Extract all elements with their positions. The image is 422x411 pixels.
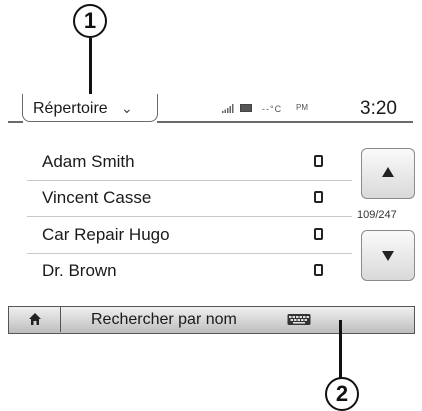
chevron-down-icon[interactable]: ⌄ (121, 100, 133, 117)
row-divider (27, 216, 352, 217)
temperature-readout: --°C (262, 104, 283, 114)
list-item[interactable]: Adam Smith (27, 145, 352, 179)
callout-1-line (89, 38, 92, 98)
list-item[interactable]: Car Repair Hugo (27, 218, 352, 252)
contact-name: Adam Smith (42, 152, 135, 171)
callout-2: 2 (325, 377, 359, 411)
list-item[interactable]: Dr. Brown (27, 254, 352, 288)
arrow-up-icon (382, 167, 394, 177)
callout-1: 1 (73, 4, 107, 38)
home-icon (29, 313, 41, 325)
header-divider-left (8, 121, 23, 123)
meridiem-indicator: PM (296, 103, 308, 112)
contact-name: Car Repair Hugo (42, 225, 170, 244)
battery-icon (240, 104, 252, 112)
mobile-phone-icon (314, 191, 323, 203)
mobile-phone-icon (314, 264, 323, 276)
directory-tab-label[interactable]: Répertoire (33, 100, 108, 118)
scroll-position-counter: 109/247 (357, 209, 397, 221)
contact-name: Dr. Brown (42, 261, 117, 280)
clock: 3:20 (360, 98, 397, 119)
scroll-up-button[interactable] (361, 148, 415, 199)
list-item[interactable]: Vincent Casse (27, 181, 352, 215)
scroll-down-button[interactable] (361, 230, 415, 281)
callout-2-line (339, 320, 342, 380)
home-button[interactable] (9, 307, 61, 332)
mobile-phone-icon (314, 228, 323, 240)
bottom-action-bar: Rechercher par nom (8, 306, 415, 334)
signal-bars-icon (222, 104, 234, 113)
mobile-phone-icon (314, 155, 323, 167)
header-divider-right (157, 121, 413, 123)
keyboard-icon[interactable] (287, 312, 311, 326)
contact-name: Vincent Casse (42, 188, 152, 207)
search-by-name-button[interactable]: Rechercher par nom (91, 311, 237, 329)
arrow-down-icon (382, 251, 394, 261)
